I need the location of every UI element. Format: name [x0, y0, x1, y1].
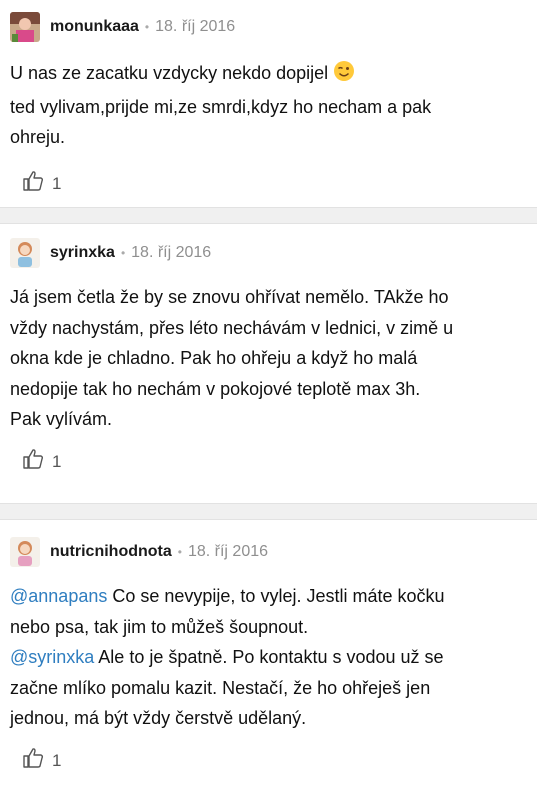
comment-line: ohreju. — [10, 127, 66, 147]
author-name[interactable]: syrinxka — [50, 244, 115, 262]
like-button[interactable]: 1 — [22, 449, 537, 475]
comment-header: syrinxka • 18. říj 2016 — [0, 224, 537, 268]
comment-line: @annapans Co se nevypije, to vylej. Jest… — [10, 586, 445, 606]
comment-line: jednou, má být vždy čerstvě udělaný. — [10, 708, 307, 728]
thumbs-up-icon[interactable] — [22, 747, 44, 774]
comment-date: 18. říj 2016 — [131, 244, 212, 261]
separator-dot: • — [120, 246, 126, 260]
mention-link[interactable]: @syrinxka — [10, 647, 94, 667]
comment-separator — [0, 503, 537, 520]
comment-text: Já jsem četla že by se znovu ohřívat nem… — [10, 282, 530, 435]
comment-text: @annapans Co se nevypije, to vylej. Jest… — [10, 581, 530, 734]
comment-separator — [0, 207, 537, 224]
comment-line: Pak vylívám. — [10, 409, 113, 429]
like-button[interactable]: 1 — [22, 171, 537, 197]
comment-date: 18. říj 2016 — [187, 543, 269, 560]
mention-link[interactable]: @annapans — [10, 586, 107, 606]
comment-header: monunkaaa • 18. říj 2016 — [0, 0, 537, 42]
comment: syrinxka • 18. říj 2016 Já jsem četla že… — [0, 224, 537, 503]
author-name[interactable]: monunkaaa — [50, 18, 139, 36]
wink-emoji-icon — [333, 60, 355, 92]
like-count: 1 — [52, 451, 62, 471]
comment-line: nedopije tak ho nechám v pokojové teplot… — [10, 378, 421, 399]
avatar[interactable] — [10, 537, 40, 567]
like-count: 1 — [52, 173, 62, 193]
comment-line: ted vylivam,prijde mi,ze smrdi,kdyz ho n… — [10, 96, 432, 117]
comment-text: U nas ze zacatku vzdycky nekdo dopijel t… — [10, 58, 530, 153]
comment: nutricnihodnota • 18. říj 2016 @annapans… — [0, 520, 537, 788]
comment: monunkaaa • 18. říj 2016 U nas ze zacatk… — [0, 0, 537, 207]
comment-date: 18. říj 2016 — [155, 18, 236, 35]
author-name[interactable]: nutricnihodnota — [50, 543, 172, 561]
comment-line: @syrinxka Ale to je špatně. Po kontaktu … — [10, 647, 444, 667]
comment-line: U nas ze zacatku vzdycky nekdo dopijel — [10, 58, 530, 92]
comment-line: okna kde je chladno. Pak ho ohřeju a kdy… — [10, 348, 418, 368]
thumbs-up-icon[interactable] — [22, 170, 44, 197]
separator-dot: • — [144, 20, 150, 34]
thumbs-up-icon[interactable] — [22, 448, 44, 475]
comment-line: vždy nachystám, přes léto nechávám v led… — [10, 317, 454, 338]
comment-line: začne mlíko pomalu kazit. Nestačí, že ho… — [10, 677, 431, 698]
like-count: 1 — [52, 750, 62, 770]
comment-line: Já jsem četla že by se znovu ohřívat nem… — [10, 287, 449, 307]
comment-line: nebo psa, tak jim to můžeš šoupnout. — [10, 616, 309, 637]
like-button[interactable]: 1 — [22, 748, 537, 774]
avatar[interactable] — [10, 12, 40, 42]
avatar[interactable] — [10, 238, 40, 268]
separator-dot: • — [177, 545, 182, 559]
comment-header: nutricnihodnota • 18. říj 2016 — [0, 520, 537, 567]
